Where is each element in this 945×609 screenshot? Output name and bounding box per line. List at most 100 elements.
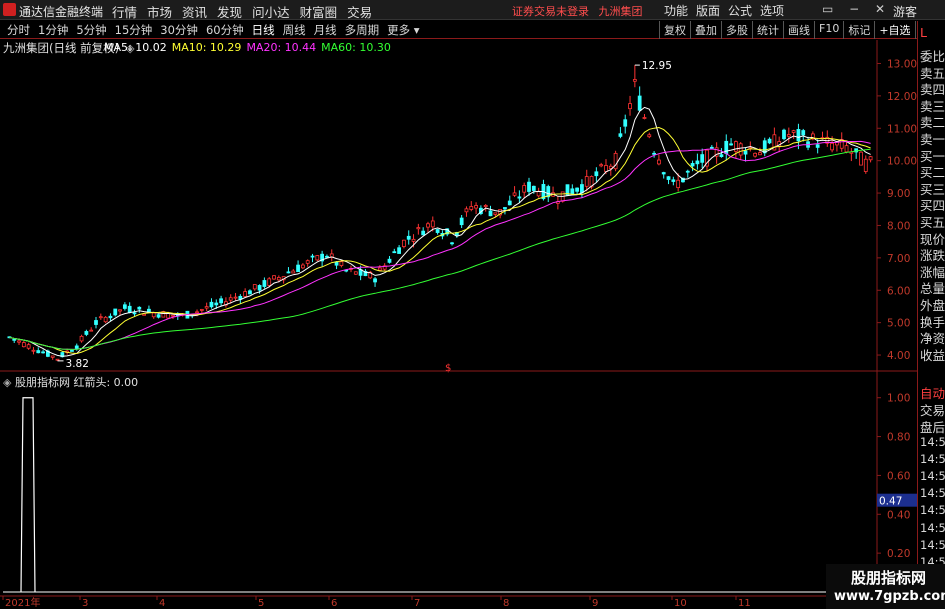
y-tick-label-1: 12.00 (887, 91, 917, 103)
candle-body-124 (604, 165, 608, 172)
y-tick-label-4: 9.00 (887, 188, 910, 200)
candle-body-151 (733, 141, 738, 152)
ind-y-tick-label-4: 0.40 (887, 509, 910, 521)
candle-body-3 (21, 342, 26, 348)
ind-y-tick-label-5: 0.20 (887, 548, 910, 560)
candle-body-27 (137, 306, 142, 310)
ma20-line (9, 140, 871, 350)
y-tick-label-6: 7.00 (887, 253, 910, 265)
ind-y-tick-label-0: 1.00 (887, 393, 910, 405)
x-tick-label-8: 10 (674, 598, 687, 609)
candle-body-165 (801, 130, 806, 136)
candle-body-2 (17, 340, 21, 343)
x-tick-label-6: 8 (503, 598, 509, 609)
candle-body-150 (729, 143, 733, 146)
candle-body-43 (214, 302, 219, 306)
candle-body-177 (859, 151, 863, 166)
candle-body-29 (147, 308, 151, 313)
candle-body-62 (305, 260, 310, 264)
x-tick-label-3: 5 (258, 598, 264, 609)
candle-body-118 (575, 187, 580, 192)
candle-body-106 (517, 196, 522, 199)
candle-body-9 (50, 355, 55, 358)
ma60-line (9, 148, 871, 350)
candle-body-1 (12, 338, 17, 341)
candle-body-86 (421, 230, 426, 236)
candle-body-82 (402, 239, 406, 247)
candle-body-14 (74, 345, 79, 349)
candle-body-94 (459, 217, 464, 226)
candle-body-40 (199, 309, 204, 311)
candle-body-107 (522, 185, 527, 193)
candle-body-58 (286, 271, 291, 274)
candle-body-59 (291, 270, 296, 274)
y-tick-label-9: 4.00 (887, 350, 910, 362)
candle-body-129 (628, 103, 632, 110)
candle-body-10 (55, 358, 60, 361)
candle-body-46 (228, 297, 233, 301)
candle-body-39 (195, 311, 199, 314)
watermark-title: 股朋指标网 (851, 569, 927, 587)
indicator-spike-0 (20, 397, 36, 593)
candle-body-18 (94, 320, 98, 325)
candle-body-174 (844, 145, 849, 153)
candle-body-85 (416, 227, 421, 230)
candle-body-17 (89, 329, 94, 332)
y-tick-label-7: 6.00 (887, 285, 910, 297)
candle-body-31 (156, 314, 161, 318)
candle-body-179 (868, 156, 873, 161)
candle-body-133 (647, 134, 652, 138)
y-tick-label-3: 10.00 (887, 156, 917, 168)
candle-body-144 (700, 154, 705, 163)
candle-body-134 (652, 152, 656, 155)
candle-body-130 (632, 79, 637, 82)
sidebar-lower-3: 14:56 (920, 434, 945, 449)
candle-body-127 (618, 133, 623, 137)
candle-body-171 (830, 142, 834, 151)
ma10-line (9, 126, 871, 355)
x-tick-label-5: 7 (414, 598, 420, 609)
candle-body-152 (738, 143, 743, 156)
candle-body-24 (122, 304, 127, 309)
candle-body-120 (584, 176, 589, 187)
candle-body-51 (252, 284, 257, 290)
x-tick-label-4: 6 (331, 598, 337, 609)
x-tick-label-1: 3 (82, 598, 88, 609)
candle-body-63 (310, 255, 315, 258)
candle-body-96 (469, 206, 474, 210)
candle-body-119 (580, 184, 584, 193)
candle-body-30 (151, 312, 156, 318)
candle-body-15 (79, 335, 84, 342)
candle-body-148 (719, 154, 724, 158)
candle-body-25 (127, 305, 132, 313)
indicator-header[interactable]: ◈ 股朋指标网 红箭头: 0.00 (3, 374, 138, 390)
sidebar-field-18: 收益 (920, 347, 945, 363)
candle-body-137 (666, 176, 671, 180)
candle-body-161 (782, 129, 786, 140)
candle-body-22 (113, 308, 118, 316)
indicator-settings-icon[interactable]: ◈ (3, 376, 11, 389)
watermark: 股朋指标网 www.7gpzb.com (826, 564, 945, 609)
candle-body-87 (426, 223, 430, 228)
candle-body-56 (276, 277, 281, 281)
x-tick-label-0: 2021年 (5, 596, 40, 609)
candle-body-79 (387, 258, 392, 263)
candle-body-92 (450, 242, 454, 245)
price-chart[interactable]: 13.00 12.00 11.00 10.00 9.00 8.00 7.00 6.00 5.00… (0, 0, 917, 609)
candle-body-84 (411, 238, 416, 242)
sidebar-lower-9: 14:56 (920, 537, 945, 552)
candle-body-164 (796, 129, 801, 142)
candle-body-109 (531, 185, 536, 191)
candle-body-108 (527, 181, 531, 192)
candle-body-168 (815, 144, 820, 148)
sidebar-lower-8: 14:56 (920, 520, 945, 535)
center-marker: $ (445, 363, 451, 374)
candle-body-131 (637, 95, 642, 111)
candle-body-163 (791, 130, 796, 133)
candle-body-28 (142, 313, 147, 316)
candle-body-123 (599, 164, 604, 167)
candle-body-117 (570, 188, 575, 195)
sidebar-lower-4: 14:56 (920, 451, 945, 466)
candle-body-141 (685, 170, 690, 173)
candle-body-77 (377, 267, 382, 271)
